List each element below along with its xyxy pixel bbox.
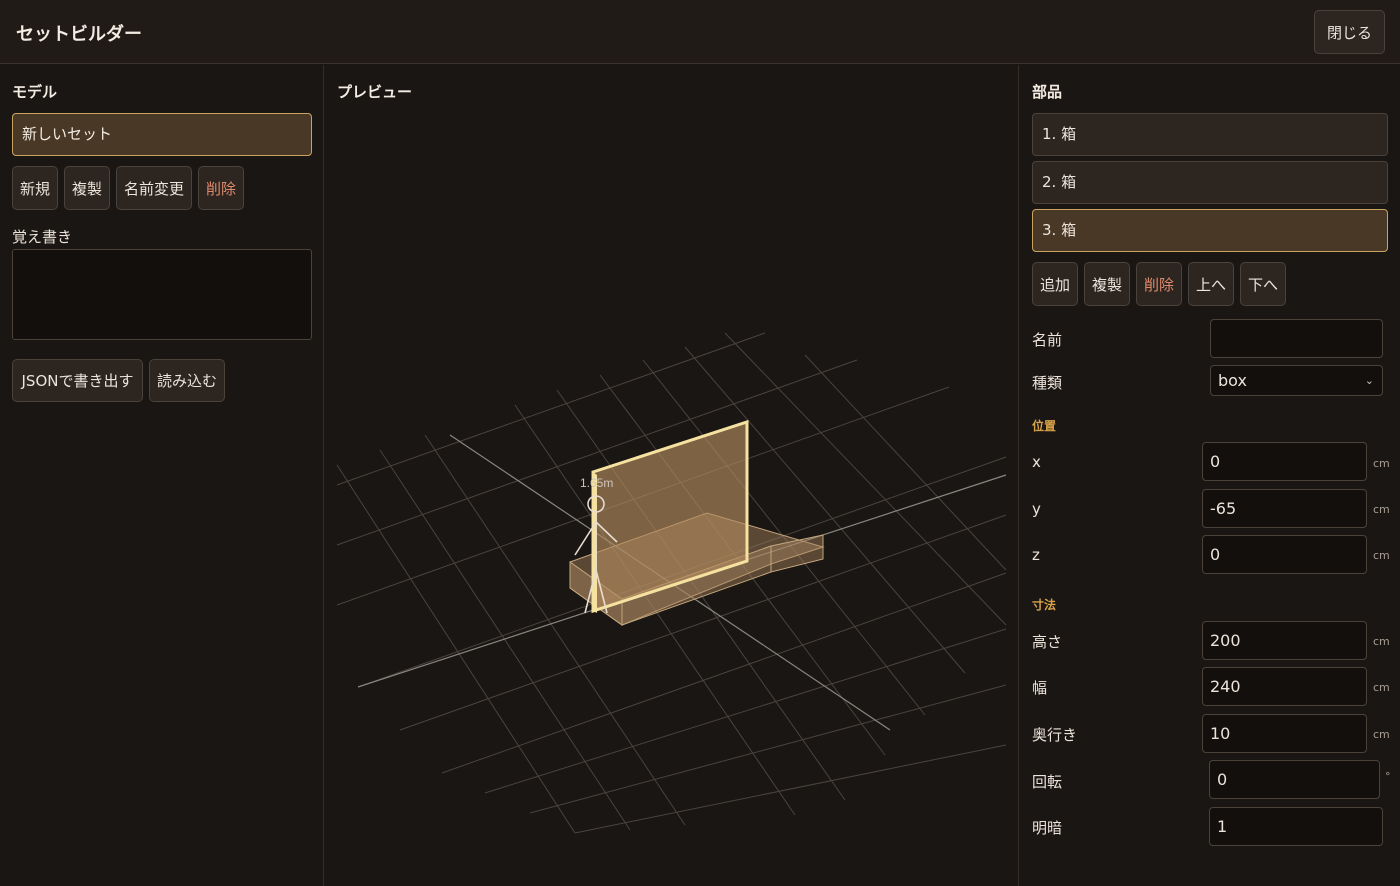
new-model-button[interactable]: 新規 bbox=[12, 166, 58, 210]
delete-part-button[interactable]: 削除 bbox=[1136, 262, 1182, 306]
x-unit: cm bbox=[1373, 457, 1390, 470]
duplicate-part-button[interactable]: 複製 bbox=[1084, 262, 1130, 306]
notes-textarea[interactable] bbox=[12, 249, 312, 340]
z-label: z bbox=[1032, 546, 1040, 564]
delete-model-button[interactable]: 削除 bbox=[198, 166, 244, 210]
parts-section-title: 部品 bbox=[1032, 83, 1063, 101]
figure-height-label: 1.65m bbox=[580, 476, 613, 490]
rename-model-button[interactable]: 名前変更 bbox=[116, 166, 192, 210]
notes-label: 覚え書き bbox=[12, 228, 73, 246]
y-unit: cm bbox=[1373, 503, 1390, 516]
move-down-button[interactable]: 下へ bbox=[1240, 262, 1286, 306]
rotation-label: 回転 bbox=[1032, 773, 1063, 791]
width-unit: cm bbox=[1373, 681, 1390, 694]
height-unit: cm bbox=[1373, 635, 1390, 648]
preview-viewport[interactable]: 1.65m bbox=[325, 65, 1018, 886]
depth-unit: cm bbox=[1373, 728, 1390, 741]
import-button[interactable]: 読み込む bbox=[149, 359, 225, 402]
y-field[interactable]: -65 bbox=[1202, 489, 1367, 528]
brightness-label: 明暗 bbox=[1032, 819, 1063, 837]
brightness-field[interactable]: 1 bbox=[1209, 807, 1383, 846]
parts-panel: 部品 1. 箱 2. 箱 3. 箱 追加 複製 削除 上へ 下へ 名前 種類 b… bbox=[1018, 65, 1400, 886]
model-section-title: モデル bbox=[12, 83, 58, 101]
part-item[interactable]: 1. 箱 bbox=[1032, 113, 1388, 156]
app-title: セットビルダー bbox=[16, 24, 142, 45]
depth-label: 奥行き bbox=[1032, 726, 1078, 744]
rotation-field[interactable]: 0 bbox=[1209, 760, 1380, 799]
top-bar: セットビルダー 閉じる bbox=[0, 0, 1400, 64]
type-label: 種類 bbox=[1032, 374, 1063, 392]
chevron-down-icon: ⌄ bbox=[1364, 374, 1374, 387]
rotation-unit: ° bbox=[1385, 770, 1391, 783]
height-field[interactable]: 200 bbox=[1202, 621, 1367, 660]
x-label: x bbox=[1032, 453, 1041, 471]
type-select[interactable]: box ⌄ bbox=[1210, 365, 1383, 396]
width-label: 幅 bbox=[1032, 679, 1048, 697]
model-name-field[interactable]: 新しいセット bbox=[12, 113, 312, 156]
width-field[interactable]: 240 bbox=[1202, 667, 1367, 706]
duplicate-model-button[interactable]: 複製 bbox=[64, 166, 110, 210]
export-json-button[interactable]: JSONで書き出す bbox=[12, 359, 143, 402]
position-section-title: 位置 bbox=[1032, 419, 1057, 433]
move-up-button[interactable]: 上へ bbox=[1188, 262, 1234, 306]
y-label: y bbox=[1032, 500, 1041, 518]
height-label: 高さ bbox=[1032, 633, 1063, 651]
type-select-value: box bbox=[1218, 371, 1247, 390]
part-item-selected[interactable]: 3. 箱 bbox=[1032, 209, 1388, 252]
preview-panel: プレビュー 1.65m bbox=[325, 65, 1018, 886]
z-field[interactable]: 0 bbox=[1202, 535, 1367, 574]
z-unit: cm bbox=[1373, 549, 1390, 562]
name-label: 名前 bbox=[1032, 331, 1063, 349]
depth-field[interactable]: 10 bbox=[1202, 714, 1367, 753]
part-item[interactable]: 2. 箱 bbox=[1032, 161, 1388, 204]
x-field[interactable]: 0 bbox=[1202, 442, 1367, 481]
part-name-field[interactable] bbox=[1210, 319, 1383, 358]
dimensions-section-title: 寸法 bbox=[1032, 598, 1057, 612]
close-button[interactable]: 閉じる bbox=[1314, 10, 1385, 54]
add-part-button[interactable]: 追加 bbox=[1032, 262, 1078, 306]
model-panel: モデル 新しいセット 新規 複製 名前変更 削除 覚え書き JSONで書き出す … bbox=[0, 65, 324, 886]
